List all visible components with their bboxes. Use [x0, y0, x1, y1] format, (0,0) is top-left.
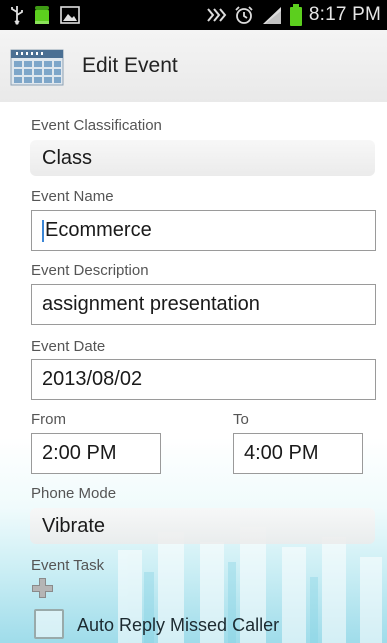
- from-time-value: 2:00 PM: [42, 442, 117, 464]
- nfc-icon: [207, 8, 227, 22]
- event-date-label: Event Date: [31, 338, 106, 355]
- event-classification-spinner[interactable]: Class: [30, 140, 375, 176]
- to-label: To: [233, 411, 249, 428]
- to-time-value: 4:00 PM: [244, 442, 319, 464]
- usb-icon: [11, 6, 23, 25]
- android-icon: [35, 6, 49, 24]
- event-task-label: Event Task: [31, 557, 105, 574]
- edit-event-form: Event Classification Class Event Name Ec…: [0, 102, 387, 643]
- status-bar: 8:17 PM: [0, 0, 387, 30]
- image-icon: [60, 6, 80, 24]
- phone-mode-spinner[interactable]: Vibrate: [30, 508, 375, 544]
- text-cursor: [42, 219, 44, 242]
- event-description-input[interactable]: assignment presentation: [31, 284, 376, 325]
- status-right: 8:17 PM: [205, 4, 381, 26]
- alarm-icon: [235, 6, 253, 24]
- calendar-app-icon[interactable]: [10, 48, 64, 86]
- event-classification-label: Event Classification: [31, 117, 162, 134]
- to-time-input[interactable]: 4:00 PM: [233, 433, 363, 474]
- event-description-label: Event Description: [31, 262, 149, 279]
- event-name-value: Ecommerce: [45, 219, 152, 241]
- from-label: From: [31, 411, 66, 428]
- auto-reply-label[interactable]: Auto Reply Missed Caller: [77, 615, 279, 636]
- auto-reply-checkbox[interactable]: [34, 609, 64, 639]
- event-name-label: Event Name: [31, 188, 114, 205]
- page-title: Edit Event: [82, 54, 178, 77]
- signal-icon: [262, 7, 281, 24]
- status-time: 8:17 PM: [308, 4, 381, 25]
- event-date-value: 2013/08/02: [42, 368, 143, 390]
- plus-icon[interactable]: [30, 576, 54, 600]
- event-classification-value: Class: [42, 146, 93, 169]
- from-time-input[interactable]: 2:00 PM: [31, 433, 161, 474]
- battery-icon: [289, 4, 302, 26]
- status-left: [10, 4, 80, 26]
- event-description-value: assignment presentation: [42, 293, 260, 315]
- event-name-input[interactable]: Ecommerce: [31, 210, 376, 251]
- phone-mode-label: Phone Mode: [31, 485, 117, 502]
- phone-mode-value: Vibrate: [42, 514, 106, 537]
- action-bar: Edit Event: [0, 30, 387, 103]
- event-date-input[interactable]: 2013/08/02: [31, 359, 376, 400]
